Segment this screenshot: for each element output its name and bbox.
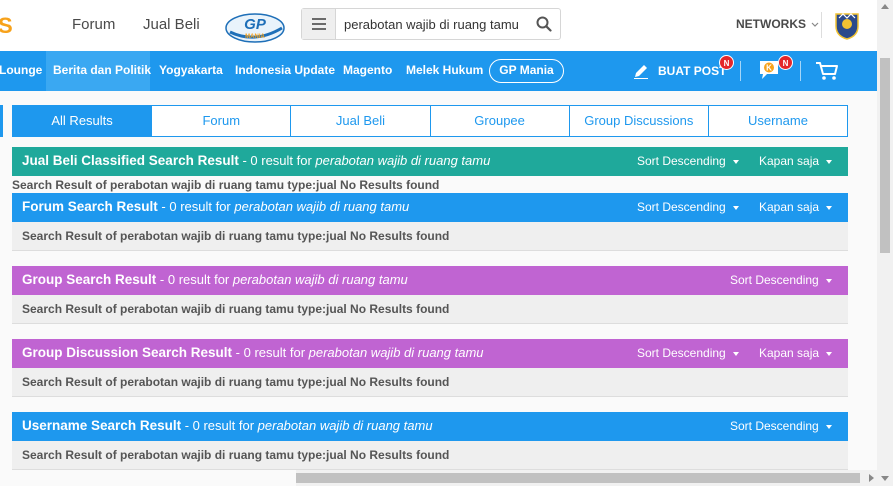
channel-magento[interactable]: Magento [343, 63, 392, 77]
site-logo[interactable]: S [0, 13, 14, 39]
search-icon[interactable] [536, 16, 552, 32]
caret-down-icon [826, 205, 833, 210]
chat-bubble-icon: K [760, 61, 778, 79]
navbar-separator [800, 61, 801, 81]
caret-down-icon [732, 351, 739, 356]
header-divider [821, 12, 822, 38]
svg-text:MANIA: MANIA [245, 34, 265, 40]
channel-indonesia-update[interactable]: Indonesia Update [235, 63, 335, 77]
tab-jual-beli[interactable]: Jual Beli [291, 106, 431, 136]
pencil-icon [634, 65, 648, 79]
cart-button[interactable] [815, 60, 839, 87]
caret-down-icon [825, 278, 832, 283]
buat-post-button[interactable]: BUAT POST [632, 59, 726, 83]
time-filter-dropdown[interactable]: Kapan saja [759, 200, 833, 214]
scroll-right-arrow-icon[interactable] [869, 474, 874, 482]
networks-dropdown[interactable]: NETWORKS [736, 17, 819, 31]
section-title: Forum Search Result - 0 result for perab… [22, 199, 410, 214]
search-box [301, 8, 561, 40]
vertical-scroll-thumb[interactable] [880, 58, 890, 253]
tab-all-results[interactable]: All Results [13, 106, 153, 136]
caret-down-icon [732, 205, 739, 210]
top-header: S Forum Jual Beli GP MANIA NETWORKS [0, 0, 877, 51]
group-result-message: Search Result of perabotan wajib di ruan… [12, 295, 848, 324]
jual-beli-result-header: Jual Beli Classified Search Result - 0 r… [12, 147, 848, 176]
tab-group-discussions[interactable]: Group Discussions [570, 106, 709, 136]
sort-dropdown[interactable]: Sort Descending [730, 273, 832, 287]
search-category-menu-icon[interactable] [302, 9, 336, 39]
channel-melek-hukum[interactable]: Melek Hukum [406, 63, 483, 77]
caret-down-icon [826, 351, 833, 356]
tab-username[interactable]: Username [709, 106, 847, 136]
left-accent-bar [0, 105, 3, 137]
sort-dropdown[interactable]: Sort Descending [637, 154, 739, 168]
username-result-message: Search Result of perabotan wajib di ruan… [12, 441, 848, 470]
jual-beli-result-message: Search Result of perabotan wajib di ruan… [12, 178, 440, 192]
caret-down-icon [732, 159, 739, 164]
nav-jual-beli-link[interactable]: Jual Beli [143, 16, 200, 33]
section-title: Username Search Result - 0 result for pe… [22, 418, 433, 433]
scroll-up-arrow-icon[interactable] [881, 4, 889, 9]
group-result-header: Group Search Result - 0 result for perab… [12, 266, 848, 295]
navbar-separator [740, 61, 741, 81]
horizontal-scrollbar[interactable] [296, 470, 877, 486]
time-filter-dropdown[interactable]: Kapan saja [759, 346, 833, 360]
user-avatar[interactable] [833, 10, 861, 40]
forum-result-header: Forum Search Result - 0 result for perab… [12, 193, 848, 222]
svg-text:K: K [766, 64, 772, 73]
group-discussion-result-header: Group Discussion Search Result - 0 resul… [12, 339, 848, 368]
vertical-scrollbar[interactable] [877, 0, 893, 486]
gp-mania-button[interactable]: GP Mania [489, 59, 564, 83]
coin-notification-badge: N [778, 55, 793, 70]
gp-mania-logo[interactable]: GP MANIA [224, 8, 286, 44]
post-notification-badge: N [719, 55, 734, 70]
channel-berita-dan-politik[interactable]: Berita dan Politik [53, 63, 151, 77]
sort-dropdown[interactable]: Sort Descending [637, 200, 739, 214]
tab-forum[interactable]: Forum [152, 106, 292, 136]
result-type-tabs: All Results Forum Jual Beli Groupee Grou… [12, 105, 848, 137]
username-result-header: Username Search Result - 0 result for pe… [12, 412, 848, 441]
nav-forum-link[interactable]: Forum [72, 16, 115, 33]
horizontal-scroll-thumb[interactable] [296, 473, 860, 483]
caret-down-icon [825, 424, 832, 429]
caret-down-icon [826, 159, 833, 164]
kaskus-coin-button[interactable]: K [758, 58, 780, 87]
channel-navbar: Lounge Berita dan Politik Yogyakarta Ind… [0, 51, 877, 91]
networks-label: NETWORKS [736, 17, 806, 31]
tab-groupee[interactable]: Groupee [431, 106, 570, 136]
shopping-cart-icon [816, 62, 838, 80]
buat-post-label: BUAT POST [658, 64, 727, 78]
svg-text:GP: GP [244, 16, 267, 33]
section-title: Jual Beli Classified Search Result - 0 r… [22, 153, 491, 168]
section-title: Group Discussion Search Result - 0 resul… [22, 345, 484, 360]
scroll-down-arrow-icon[interactable] [881, 476, 889, 481]
sort-dropdown[interactable]: Sort Descending [637, 346, 739, 360]
chevron-down-icon [811, 22, 819, 27]
search-input[interactable] [344, 9, 524, 39]
channel-yogyakarta[interactable]: Yogyakarta [159, 63, 223, 77]
sort-dropdown[interactable]: Sort Descending [730, 419, 832, 433]
time-filter-dropdown[interactable]: Kapan saja [759, 154, 833, 168]
channel-lounge[interactable]: Lounge [0, 63, 42, 77]
forum-result-message: Search Result of perabotan wajib di ruan… [12, 222, 848, 251]
group-discussion-result-message: Search Result of perabotan wajib di ruan… [12, 368, 848, 397]
section-title: Group Search Result - 0 result for perab… [22, 272, 408, 287]
